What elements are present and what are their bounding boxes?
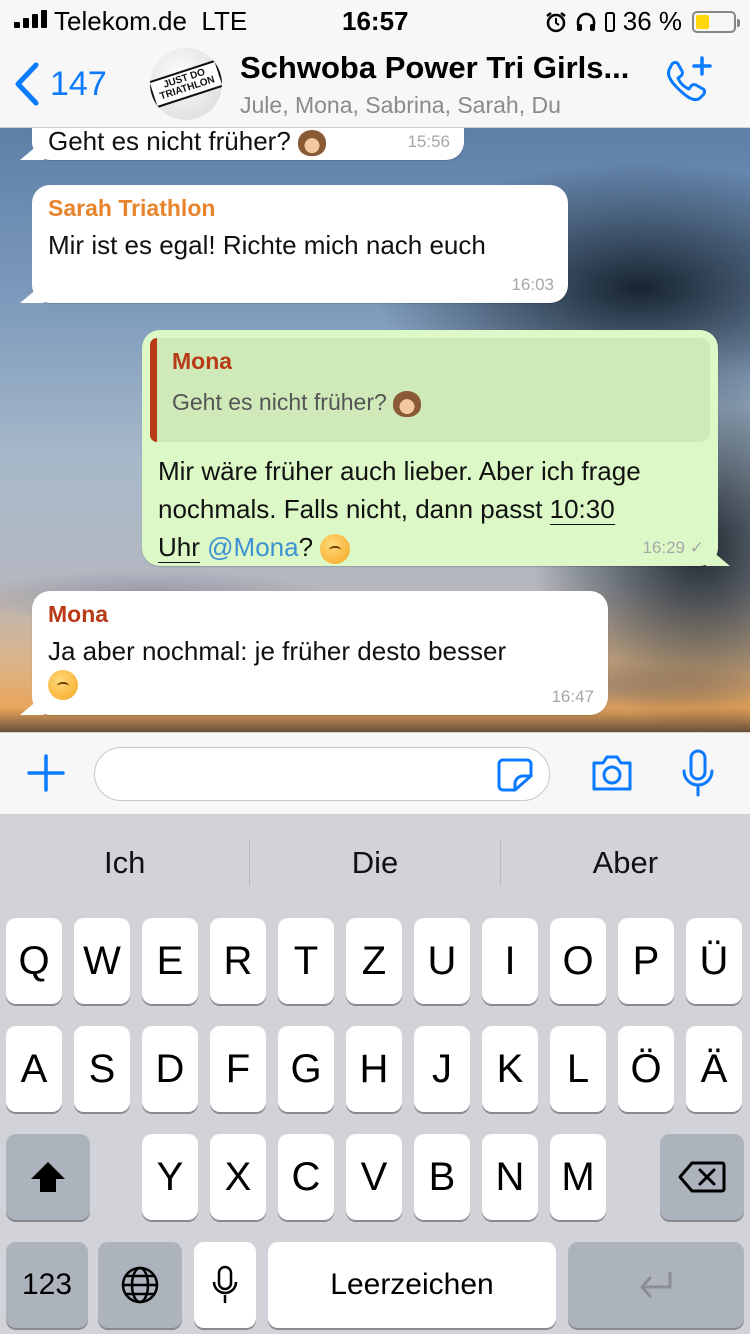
message-time: 16:47 (551, 687, 594, 706)
carrier-label: Telekom.de LTE (54, 6, 248, 36)
quoted-text: Geht es nicht früher? (172, 389, 387, 415)
suggestion-item[interactable]: Ich (0, 845, 249, 881)
delete-key[interactable] (660, 1134, 744, 1220)
status-bar: Telekom.de LTE 16:57 36 % (0, 0, 750, 40)
message-time: 15:56 (407, 132, 450, 151)
group-title[interactable]: Schwoba Power Tri Girls... (240, 50, 629, 86)
key-w[interactable]: W (74, 918, 130, 1004)
kissing-face-emoji (320, 534, 351, 565)
kissing-face-emoji (48, 670, 78, 700)
message-bubble-incoming[interactable]: Mona Ja aber nochmal: je früher desto be… (32, 591, 608, 715)
key-y[interactable]: Y (142, 1134, 198, 1220)
message-time: 16:03 (511, 275, 554, 294)
sticker-icon[interactable] (497, 758, 533, 792)
keyboard: Ich Die Aber QWERTZUIOPÜ ASDFGHJKLÖÄ YXCVB… (0, 814, 750, 1334)
key-s[interactable]: S (74, 1026, 130, 1112)
key-z[interactable]: Z (346, 918, 402, 1004)
microphone-icon[interactable] (680, 749, 716, 799)
key-f[interactable]: F (210, 1026, 266, 1112)
avatar-logo: JUST DO TRIATHLON (150, 59, 222, 109)
key-p[interactable]: P (618, 918, 674, 1004)
word-suggestions: Ich Die Aber (0, 814, 750, 912)
message-time: 16:29 (642, 538, 686, 557)
key-k[interactable]: K (482, 1026, 538, 1112)
message-sender: Sarah Triathlon (48, 195, 216, 221)
see-no-evil-monkey-emoji (393, 390, 422, 417)
back-button[interactable]: 147 (14, 62, 107, 106)
return-arrow-icon (640, 1271, 672, 1298)
message-text: Geht es nicht früher? (48, 128, 291, 156)
key-l[interactable]: L (550, 1026, 606, 1112)
message-text: Mir ist es egal! Richte mich nach euch (48, 230, 486, 260)
numbers-key[interactable]: 123 (6, 1242, 88, 1328)
alarm-icon (545, 11, 566, 32)
key-d[interactable]: D (142, 1026, 198, 1112)
key-h[interactable]: H (346, 1026, 402, 1112)
unread-count: 147 (50, 64, 107, 103)
key-r[interactable]: R (210, 918, 266, 1004)
time-link[interactable]: Uhr (158, 532, 200, 563)
quoted-message[interactable]: Mona Geht es nicht früher? (150, 338, 710, 442)
suggestion-item[interactable]: Aber (501, 845, 750, 881)
suggestion-item[interactable]: Die (250, 845, 499, 881)
message-line: Mir wäre früher auch lieber. Aber ich fr… (158, 456, 641, 486)
portrait-lock-icon (604, 11, 615, 32)
headphones-icon (576, 12, 595, 31)
key-n[interactable]: N (482, 1134, 538, 1220)
message-bubble-outgoing[interactable]: Mona Geht es nicht früher? Mir wäre früh… (142, 330, 718, 566)
time-link[interactable]: 10:30 (549, 494, 615, 525)
microphone-icon (212, 1265, 238, 1303)
return-key[interactable] (568, 1242, 744, 1328)
battery-percent: 36 % (622, 6, 682, 36)
mention-link[interactable]: @Mona (207, 532, 298, 562)
globe-key[interactable] (98, 1242, 182, 1328)
key-c[interactable]: C (278, 1134, 334, 1220)
key-j[interactable]: J (414, 1026, 470, 1112)
backspace-icon (678, 1161, 726, 1193)
battery-icon (692, 10, 740, 33)
quoted-sender: Mona (172, 348, 233, 374)
key-e[interactable]: E (142, 918, 198, 1004)
key-x[interactable]: X (210, 1134, 266, 1220)
key-a[interactable]: A (6, 1026, 62, 1112)
chat-messages[interactable]: Geht es nicht früher? 15:56 Sarah Triath… (0, 128, 750, 732)
message-line: nochmals. Falls nicht, dann passt (158, 494, 550, 524)
key-u[interactable]: U (414, 918, 470, 1004)
shift-arrow-icon (31, 1162, 65, 1192)
shift-key[interactable] (6, 1134, 90, 1220)
message-input-bar (0, 732, 750, 814)
camera-icon[interactable] (590, 753, 634, 793)
group-avatar[interactable]: JUST DO TRIATHLON (150, 48, 222, 120)
key-t[interactable]: T (278, 918, 334, 1004)
status-icons: 36 % (545, 6, 740, 37)
signal-strength-icon (14, 10, 47, 28)
chat-header: 147 JUST DO TRIATHLON Schwoba Power Tri … (0, 40, 750, 128)
message-text: Mir wäre früher auch lieber. Aber ich fr… (150, 452, 710, 566)
message-input[interactable] (94, 747, 550, 801)
key-o[interactable]: O (550, 918, 606, 1004)
sent-check-icon: ✓ (689, 538, 704, 557)
key-g[interactable]: G (278, 1026, 334, 1112)
chevron-left-icon (15, 62, 39, 106)
dictation-key[interactable] (194, 1242, 256, 1328)
message-sender: Mona (48, 601, 109, 627)
key-i[interactable]: I (482, 918, 538, 1004)
space-key[interactable]: Leerzeichen (268, 1242, 556, 1328)
status-time: 16:57 (342, 6, 409, 36)
key-m[interactable]: M (550, 1134, 606, 1220)
key-ä[interactable]: Ä (686, 1026, 742, 1112)
key-b[interactable]: B (414, 1134, 470, 1220)
message-bubble-incoming[interactable]: Geht es nicht früher? 15:56 (32, 128, 464, 160)
message-bubble-incoming[interactable]: Sarah Triathlon Mir ist es egal! Richte … (32, 185, 568, 303)
key-ö[interactable]: Ö (618, 1026, 674, 1112)
group-members[interactable]: Jule, Mona, Sabrina, Sarah, Du (240, 92, 561, 119)
add-call-button[interactable] (662, 56, 714, 108)
key-v[interactable]: V (346, 1134, 402, 1220)
key-ü[interactable]: Ü (686, 918, 742, 1004)
key-q[interactable]: Q (6, 918, 62, 1004)
globe-icon (121, 1266, 159, 1304)
see-no-evil-monkey-emoji (298, 130, 327, 157)
message-text: Ja aber nochmal: je früher desto besser (48, 636, 507, 666)
plus-icon[interactable] (26, 753, 66, 793)
